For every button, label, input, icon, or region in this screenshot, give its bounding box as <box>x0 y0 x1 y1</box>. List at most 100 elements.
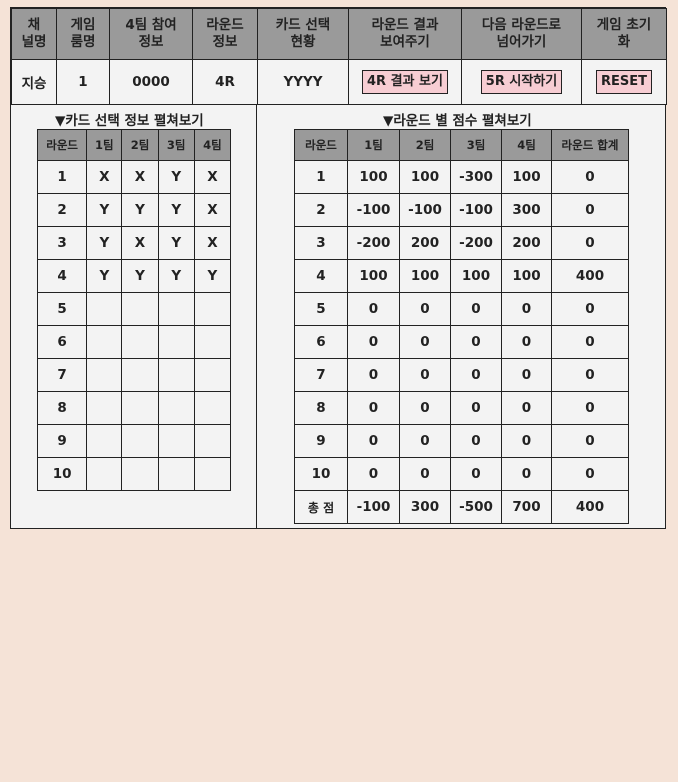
header-room: 게임 룸명 <box>56 8 110 60</box>
score-table-cell: 0 <box>450 358 502 392</box>
card-table-cell <box>193 292 232 326</box>
card-header-cell: 2팀 <box>121 129 159 161</box>
card-table-row: 4YYYY <box>36 259 232 293</box>
score-table-cell: 0 <box>347 325 400 359</box>
score-table-cell: 1 <box>294 160 348 194</box>
score-table-cell: 0 <box>399 292 451 326</box>
score-table-cell: 8 <box>294 391 348 425</box>
score-table-row: 900000 <box>294 424 629 458</box>
card-table-cell <box>86 391 123 425</box>
score-table-row: 700000 <box>294 358 629 392</box>
header-show-result: 라운드 결과 보여주기 <box>348 8 462 60</box>
card-table-row: 8 <box>36 391 232 425</box>
section-divider <box>256 105 257 529</box>
score-table-cell: 100 <box>399 160 451 194</box>
card-table-cell <box>86 457 123 491</box>
score-table-cell: 0 <box>450 391 502 425</box>
card-table-cell: Y <box>121 193 159 227</box>
score-total-cell: 400 <box>551 490 629 524</box>
card-table-cell <box>193 424 232 458</box>
show-result-button[interactable]: 4R 결과 보기 <box>362 70 448 94</box>
card-table-cell: Y <box>157 259 195 293</box>
score-table-cell: 0 <box>347 292 400 326</box>
card-table-cell: 7 <box>36 358 88 392</box>
card-header-cell: 3팀 <box>157 129 195 161</box>
card-table-row: 5 <box>36 292 232 326</box>
card-table-cell: 6 <box>36 325 88 359</box>
score-table-cell: 200 <box>399 226 451 260</box>
score-table-cell: 300 <box>501 193 552 227</box>
score-header-cell: 라운드 합계 <box>551 129 629 161</box>
card-table-cell: X <box>193 226 232 260</box>
card-table-cell: 5 <box>36 292 88 326</box>
score-table-row: 3 -200 200 -200 200 0 <box>294 226 629 260</box>
team-join-value: 0000 <box>109 59 193 105</box>
score-table-cell: 10 <box>294 457 348 491</box>
score-table-cell: 0 <box>501 424 552 458</box>
score-table-row: 1 100 100 -300 100 0 <box>294 160 629 194</box>
score-table-row: 2 -100 -100 -100 300 0 <box>294 193 629 227</box>
score-table-cell: 0 <box>501 391 552 425</box>
card-table-cell: Y <box>86 193 123 227</box>
card-table-cell: X <box>86 160 123 194</box>
score-table-cell: 0 <box>399 424 451 458</box>
round-value: 4R <box>192 59 258 105</box>
score-table-cell: -100 <box>450 193 502 227</box>
reset-button[interactable]: RESET <box>595 70 652 94</box>
card-table-cell <box>193 391 232 425</box>
score-total-cell: 총 점 <box>294 490 348 524</box>
card-section-toggle[interactable]: ▼카드 선택 정보 펼쳐보기 <box>55 109 204 129</box>
score-header-cell: 1팀 <box>347 129 400 161</box>
score-table-cell: 0 <box>399 325 451 359</box>
card-table-cell <box>121 424 159 458</box>
card-table-cell: X <box>193 193 232 227</box>
card-table-cell <box>86 424 123 458</box>
score-table-cell: 0 <box>347 358 400 392</box>
score-table-cell: 100 <box>501 259 552 293</box>
score-table-cell: 0 <box>450 325 502 359</box>
score-table-cell: 0 <box>551 226 629 260</box>
score-table-cell: 0 <box>551 193 629 227</box>
card-status-value: YYYY <box>257 59 349 105</box>
header-round: 라운드 정보 <box>192 8 258 60</box>
score-total-cell: -100 <box>347 490 400 524</box>
header-card-status: 카드 선택 현황 <box>257 8 349 60</box>
score-table-cell: 0 <box>347 424 400 458</box>
score-table-row: 4 100 100 100 100 400 <box>294 259 629 293</box>
card-table-cell <box>157 358 195 392</box>
score-table-cell: 0 <box>399 358 451 392</box>
game-status-table: 채 널명 게임 룸명 4팀 참여 정보 라운드 정보 카드 선택 현황 라운드 결과 보여주… <box>11 8 667 105</box>
card-table-cell: 9 <box>36 424 88 458</box>
header-channel: 채 널명 <box>11 8 57 60</box>
header-reset: 게임 초기 화 <box>581 8 667 60</box>
score-section-toggle[interactable]: ▼라운드 별 점수 펼쳐보기 <box>383 109 532 129</box>
score-table-row: 10 0 0 0 0 0 <box>294 457 629 491</box>
score-total-cell: -500 <box>450 490 502 524</box>
score-table-cell: 0 <box>347 457 400 491</box>
score-table-cell: -200 <box>450 226 502 260</box>
score-table-cell: 100 <box>501 160 552 194</box>
card-table-cell: 8 <box>36 391 88 425</box>
card-table-cell <box>157 325 195 359</box>
card-table-row: 9 <box>36 424 232 458</box>
score-table-cell: 0 <box>399 457 451 491</box>
score-table-cell: 0 <box>551 325 629 359</box>
score-table-cell: 0 <box>450 457 502 491</box>
header-team-join: 4팀 참여 정보 <box>109 8 193 60</box>
score-table-cell: 0 <box>450 292 502 326</box>
next-round-button[interactable]: 5R 시작하기 <box>480 70 563 94</box>
card-table-cell <box>193 325 232 359</box>
score-table-cell: 0 <box>551 391 629 425</box>
card-table-cell: 3 <box>36 226 88 260</box>
score-table-row: 500000 <box>294 292 629 326</box>
score-table-cell: 0 <box>551 358 629 392</box>
channel-value: 지승 <box>11 59 57 105</box>
score-table-cell: 100 <box>347 259 400 293</box>
room-value: 1 <box>56 59 110 105</box>
score-table-cell: 0 <box>551 160 629 194</box>
score-table-cell: 4 <box>294 259 348 293</box>
score-table-cell: 200 <box>501 226 552 260</box>
score-table-cell: 0 <box>399 391 451 425</box>
score-header-cell: 4팀 <box>501 129 552 161</box>
card-table-cell: X <box>193 160 232 194</box>
